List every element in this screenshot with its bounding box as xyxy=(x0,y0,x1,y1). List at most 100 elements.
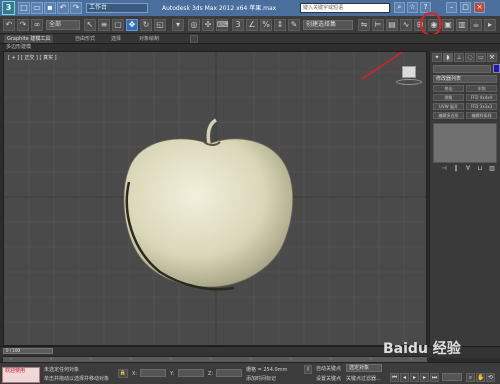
tab-object-paint[interactable]: 对象绘制 xyxy=(136,35,162,43)
select-by-name-icon[interactable]: ≡ xyxy=(98,19,110,31)
star-icon[interactable]: ☆ xyxy=(407,2,418,13)
new-file-icon[interactable]: □ xyxy=(18,2,30,14)
redo-icon[interactable]: ↷ xyxy=(70,2,82,14)
pin-stack-icon[interactable]: ⊣ xyxy=(440,165,448,173)
ffd-444-button[interactable]: FFD 4x4x4 xyxy=(466,94,497,101)
status-bar: 欢迎使用 未选定任何对象 单击并拖动以选择并移动对象 🔒 X: Y: Z: 栅格… xyxy=(0,362,500,384)
prompt-line: 单击并拖动以选择并移动对象 xyxy=(44,376,110,382)
highlight-circle-annotation xyxy=(420,12,442,36)
edit-named-sel-icon[interactable]: ✎ xyxy=(288,19,300,31)
layer-manager-icon[interactable]: ▤ xyxy=(386,19,398,31)
modifier-stack[interactable] xyxy=(433,123,497,163)
rendered-frame-icon[interactable]: ▥ xyxy=(456,19,468,31)
y-label: Y: xyxy=(170,371,175,377)
tab-freeform[interactable]: 自由形式 xyxy=(72,35,98,43)
show-end-result-icon[interactable]: ‖ xyxy=(452,165,460,173)
y-coord-field[interactable] xyxy=(178,369,204,377)
percent-snap-icon[interactable]: % xyxy=(260,19,272,31)
reference-coord-icon[interactable]: ▾ xyxy=(172,19,184,31)
key-filters-button[interactable]: 关键点过滤器... xyxy=(346,375,381,382)
create-tab-icon[interactable]: ✦ xyxy=(432,53,442,62)
render-setup-icon[interactable]: ▣ xyxy=(442,19,454,31)
named-selection-dropdown[interactable]: 创建选择集 xyxy=(303,20,353,30)
app-logo-icon[interactable]: 3 xyxy=(2,1,15,15)
x-coord-field[interactable] xyxy=(140,369,166,377)
display-tab-icon[interactable]: ▭ xyxy=(476,53,486,62)
workspace-dropdown[interactable]: 工作台 xyxy=(86,3,148,13)
next-frame-icon[interactable]: ▸ xyxy=(420,373,429,382)
save-icon[interactable]: ▪ xyxy=(44,2,56,14)
select-object-icon[interactable]: ↖ xyxy=(84,19,96,31)
tab-graphite[interactable]: Graphite 建模工具 xyxy=(4,35,54,43)
binoculars-icon[interactable]: ⌕ xyxy=(394,2,405,13)
undo-icon[interactable]: ↶ xyxy=(57,2,69,14)
minimize-icon[interactable]: – xyxy=(446,2,457,13)
modify-tab-icon[interactable]: ◗ xyxy=(443,53,453,62)
go-to-end-icon[interactable]: ⏭ xyxy=(430,373,439,382)
tab-selection[interactable]: 选择 xyxy=(108,35,124,43)
ffd-333-button[interactable]: FFD 3x3x3 xyxy=(466,103,497,110)
edit-poly-button[interactable]: 编辑多边形 xyxy=(433,112,464,119)
select-move-icon[interactable]: ✥ xyxy=(126,19,138,31)
selection-status: 未选定任何对象 xyxy=(44,367,80,373)
selection-filter-dropdown[interactable]: 全部 xyxy=(46,20,80,30)
link-icon[interactable]: ∞ xyxy=(31,19,43,31)
selected-dropdown[interactable]: 选定对象 xyxy=(346,364,382,372)
auto-key-label[interactable]: 自动关键点 xyxy=(316,365,341,372)
time-slider[interactable]: 0 / 100 xyxy=(3,348,53,354)
play-icon[interactable]: ▸ xyxy=(410,373,419,382)
search-input[interactable]: 键入关键字或短语 xyxy=(300,3,390,13)
ribbon-minimize-icon[interactable] xyxy=(190,35,198,43)
configure-sets-icon[interactable]: ▥ xyxy=(488,165,496,173)
rotate-icon[interactable]: ↻ xyxy=(140,19,152,31)
render-production-icon[interactable]: ☕ xyxy=(470,19,482,31)
z-coord-field[interactable] xyxy=(216,369,242,377)
remove-modifier-icon[interactable]: ⊔ xyxy=(476,165,484,173)
maximize-icon[interactable]: □ xyxy=(460,2,471,13)
set-key-label[interactable]: 设置关键点 xyxy=(316,375,341,382)
motion-tab-icon[interactable]: ◌ xyxy=(465,53,475,62)
make-unique-icon[interactable]: ∀ xyxy=(464,165,472,173)
scale-icon[interactable]: ◱ xyxy=(154,19,166,31)
watermark-logo: Baidu 经验 xyxy=(383,341,461,357)
keyboard-shortcut-icon[interactable]: ⌨ xyxy=(216,19,229,31)
pan-icon[interactable]: ✋ xyxy=(476,373,485,382)
pivot-center-icon[interactable]: ◎ xyxy=(188,19,200,31)
z-label: Z: xyxy=(208,371,214,377)
file-name: 苹果.max xyxy=(249,5,277,12)
spinner-snap-icon[interactable]: ⇕ xyxy=(274,19,286,31)
curve-editor-icon[interactable]: ∿ xyxy=(400,19,412,31)
object-color-swatch[interactable] xyxy=(493,64,500,73)
extrude-button[interactable]: 挤出 xyxy=(433,85,464,92)
lathe-button[interactable]: 车削 xyxy=(466,85,497,92)
bevel-button[interactable]: 倒角 xyxy=(433,94,464,101)
modifier-list-dropdown[interactable]: 修改器列表 xyxy=(433,75,497,83)
align-icon[interactable]: ⊨ xyxy=(372,19,384,31)
go-to-start-icon[interactable]: ⏮ xyxy=(390,373,399,382)
close-icon[interactable]: × xyxy=(474,2,485,13)
prev-frame-icon[interactable]: ◂ xyxy=(400,373,409,382)
maxscript-listener[interactable]: 欢迎使用 xyxy=(2,367,40,383)
render-iterative-icon[interactable]: ▸ xyxy=(484,19,496,31)
angle-snap-icon[interactable]: ∠ xyxy=(246,19,258,31)
orbit-icon[interactable]: ⟲ xyxy=(486,373,495,382)
edit-spline-button[interactable]: 编辑样条线 xyxy=(466,112,497,119)
rect-region-icon[interactable]: ▢ xyxy=(112,19,124,31)
utilities-tab-icon[interactable]: ⚒ xyxy=(487,53,497,62)
uvw-unwrap-button[interactable]: UVW 展开 xyxy=(433,103,464,110)
perspective-viewport[interactable]: [ + ] [ 正交 ] [ 真实 ] xyxy=(3,51,427,346)
object-name-field[interactable] xyxy=(433,65,491,73)
lock-selection-icon[interactable]: 🔒 xyxy=(118,369,128,378)
open-file-icon[interactable]: ▭ xyxy=(31,2,43,14)
mirror-icon[interactable]: ⇋ xyxy=(358,19,370,31)
select-manipulate-icon[interactable]: ✣ xyxy=(202,19,214,31)
add-time-tag[interactable]: 添加时间标记 xyxy=(246,375,276,382)
snap-toggle-icon[interactable]: 3 xyxy=(232,19,244,31)
undo-tool-icon[interactable]: ↶ xyxy=(3,19,15,31)
polygon-modeling-label[interactable]: 多边形建模 xyxy=(6,44,31,50)
redo-tool-icon[interactable]: ↷ xyxy=(17,19,29,31)
key-icon[interactable]: ⚷ xyxy=(304,365,312,374)
hierarchy-tab-icon[interactable]: ⊥ xyxy=(454,53,464,62)
zoom-icon[interactable]: ⌕ xyxy=(466,373,475,382)
current-frame-field[interactable] xyxy=(442,373,462,381)
